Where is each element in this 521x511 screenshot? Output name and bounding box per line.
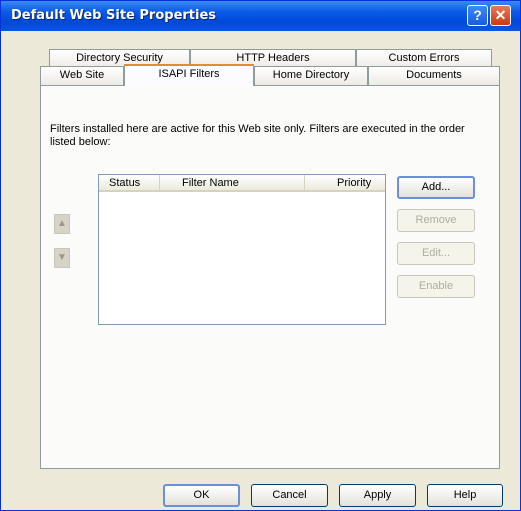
filters-description: Filters installed here are active for th… — [50, 123, 465, 148]
enable-button[interactable]: Enable — [397, 275, 475, 298]
help-button[interactable]: Help — [427, 484, 503, 507]
column-header-status[interactable]: Status — [99, 175, 159, 192]
remove-button[interactable]: Remove — [397, 209, 475, 232]
close-button[interactable]: ✕ — [490, 5, 511, 26]
column-header-priority[interactable]: Priority — [304, 175, 385, 192]
move-down-button[interactable]: ▼ — [54, 248, 70, 268]
edit-button[interactable]: Edit... — [397, 242, 475, 265]
column-header-filter-name[interactable]: Filter Name — [159, 175, 304, 192]
tab-documents[interactable]: Documents — [368, 66, 500, 85]
tab-web-site[interactable]: Web Site — [40, 66, 124, 85]
help-title-button[interactable]: ? — [467, 5, 488, 26]
arrow-down-icon: ▼ — [57, 252, 67, 263]
filters-list[interactable]: Status Filter Name Priority — [98, 174, 386, 325]
apply-button[interactable]: Apply — [339, 484, 416, 507]
add-button[interactable]: Add... — [397, 176, 475, 199]
window-title: Default Web Site Properties — [11, 8, 217, 23]
cancel-button[interactable]: Cancel — [251, 484, 328, 507]
tab-isapi-filters[interactable]: ISAPI Filters — [124, 64, 254, 86]
arrow-up-icon: ▲ — [57, 218, 67, 229]
tab-home-directory[interactable]: Home Directory — [254, 66, 368, 85]
move-up-button[interactable]: ▲ — [54, 214, 70, 234]
ok-button[interactable]: OK — [163, 484, 240, 507]
title-bar[interactable]: Default Web Site Properties ? ✕ — [1, 1, 520, 31]
